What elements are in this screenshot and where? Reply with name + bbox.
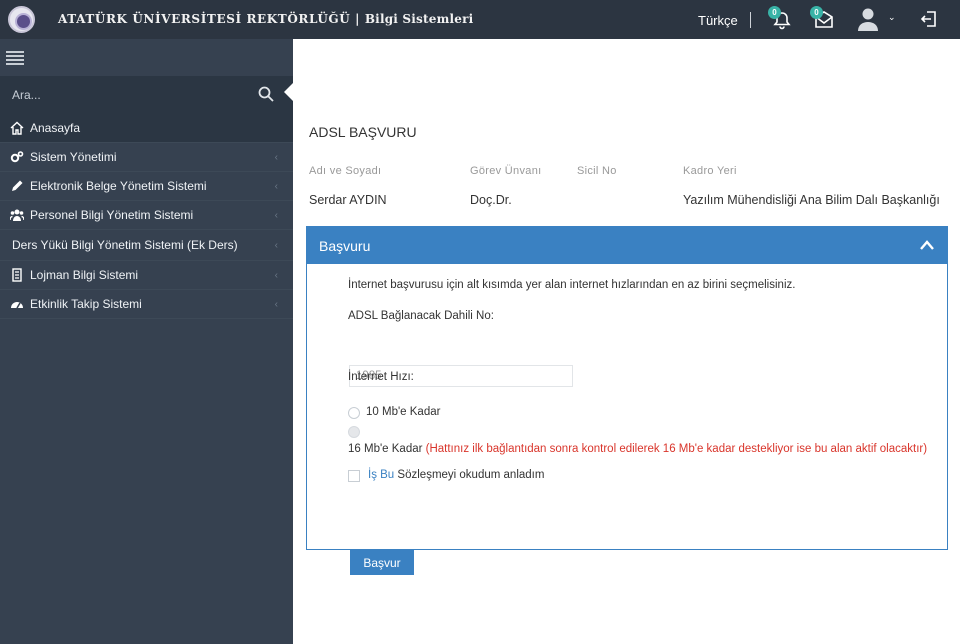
brand-title[interactable]: ATATÜRK ÜNİVERSİTESİ REKTÖRLÜĞÜ | Bilgi … [58, 12, 473, 26]
sidebar-item-label: Elektronik Belge Yönetim Sistemi [30, 179, 207, 193]
chevron-left-icon: ‹ [274, 181, 278, 192]
chevron-up-icon[interactable] [919, 238, 935, 252]
sidebar-item-label: Sistem Yönetimi [30, 150, 117, 164]
agreement-text: Sözleşmeyi okudum anladım [397, 469, 545, 481]
sidebar-item-label: Lojman Bilgi Sistemi [30, 268, 139, 282]
sidebar-menu: Anasayfa Sistem Yönetimi ‹ Elektronik Be… [0, 114, 293, 319]
top-bar: ATATÜRK ÜNİVERSİTESİ REKTÖRLÜĞÜ | Bilgi … [0, 0, 960, 39]
chevron-left-icon: ‹ [274, 299, 278, 310]
brand-sub: Bilgi Sistemleri [364, 12, 474, 26]
menu-toggle-icon[interactable] [6, 51, 24, 65]
chevron-left-icon: ‹ [274, 210, 278, 221]
chevron-left-icon: ‹ [274, 240, 278, 251]
users-icon [10, 209, 24, 221]
dahili-label: ADSL Bağlanacak Dahili No: [348, 310, 494, 322]
value-gorev-unvani: Doç.Dr. [470, 193, 512, 207]
radio-16mb[interactable] [348, 426, 360, 438]
agreement-row: İş Bu Sözleşmeyi okudum anladım [368, 469, 544, 481]
sidebar-item-label: Etkinlik Takip Sistemi [30, 297, 142, 311]
user-avatar-icon [858, 8, 878, 31]
notifications-badge: 0 [768, 6, 781, 19]
radio-10mb[interactable] [348, 407, 360, 419]
option-10mb-label[interactable]: 10 Mb'e Kadar [366, 406, 440, 418]
search-input[interactable] [0, 76, 250, 114]
header-ad-soyad: Adı ve Soyadı [309, 165, 382, 177]
agreement-checkbox[interactable] [348, 470, 360, 482]
header-sicil-no: Sicil No [577, 165, 617, 177]
user-menu[interactable] [856, 6, 880, 31]
panel-title: Başvuru [319, 237, 371, 254]
dashboard-icon [11, 302, 23, 309]
option-16mb-label: 16 Mb'e Kadar [348, 443, 423, 455]
agreement-link[interactable]: İş Bu [368, 469, 394, 481]
notifications-button[interactable]: 0 [768, 6, 794, 32]
value-kadro-yeri: Yazılım Mühendisliği Ana Bilim Dalı Başk… [683, 193, 940, 207]
messages-badge: 0 [810, 6, 823, 19]
university-logo[interactable] [8, 6, 35, 33]
search-icon[interactable] [258, 86, 274, 102]
option-16mb-row: 16 Mb'e Kadar (Hattınız ilk bağlantıdan … [348, 443, 927, 455]
brand-main: ATATÜRK ÜNİVERSİTESİ REKTÖRLÜĞÜ [58, 12, 351, 26]
logout-icon [920, 11, 936, 27]
sidebar-item-ebys[interactable]: Elektronik Belge Yönetim Sistemi ‹ [0, 172, 293, 201]
sidebar-item-sistem-yonetimi[interactable]: Sistem Yönetimi ‹ [0, 143, 293, 172]
value-ad-soyad: Serdar AYDIN [309, 193, 387, 207]
chevron-down-icon[interactable]: ⌄ [888, 12, 896, 23]
cogs-icon [10, 151, 24, 163]
home-icon [10, 121, 24, 135]
chevron-left-icon: ‹ [274, 152, 278, 163]
header-gorev-unvani: Görev Ünvanı [470, 165, 542, 177]
instruction-text: İnternet başvurusu için alt kısımda yer … [348, 279, 796, 291]
sidebar-item-ders-yuku[interactable]: Ders Yükü Bilgi Yönetim Sistemi (Ek Ders… [0, 230, 293, 261]
sidebar-item-etkinlik[interactable]: Etkinlik Takip Sistemi ‹ [0, 290, 293, 319]
sidebar-item-personel[interactable]: Personel Bilgi Yönetim Sistemi ‹ [0, 201, 293, 230]
header-kadro-yeri: Kadro Yeri [683, 165, 737, 177]
basvuru-panel: Başvuru İnternet başvurusu için alt kısı… [306, 226, 948, 575]
logout-button[interactable] [918, 8, 942, 32]
sidebar-item-label: Ders Yükü Bilgi Yönetim Sistemi (Ek Ders… [12, 238, 238, 252]
sidebar-item-anasayfa[interactable]: Anasayfa [0, 114, 293, 143]
sidebar-search [0, 76, 293, 114]
sidebar-item-label: Personel Bilgi Yönetim Sistemi [30, 208, 194, 222]
building-icon [12, 268, 22, 282]
panel-header: Başvuru [307, 227, 947, 264]
messages-button[interactable]: 0 [810, 6, 836, 32]
sidebar: Anasayfa Sistem Yönetimi ‹ Elektronik Be… [0, 39, 293, 644]
speed-label: İnternet Hızı: [348, 371, 414, 383]
page-title: ADSL BAŞVURU [309, 124, 417, 140]
chevron-left-icon: ‹ [274, 270, 278, 281]
option-16mb-note: (Hattınız ilk bağlantıdan sonra kontrol … [425, 443, 928, 455]
brand-separator: | [350, 12, 365, 26]
pencil-icon [12, 180, 23, 191]
divider [750, 12, 751, 28]
sidebar-item-lojman[interactable]: Lojman Bilgi Sistemi ‹ [0, 261, 293, 290]
language-selector[interactable]: Türkçe [698, 13, 738, 28]
sidebar-item-label: Anasayfa [30, 121, 81, 135]
active-indicator [284, 83, 293, 101]
submit-button[interactable]: Başvur [350, 550, 414, 575]
